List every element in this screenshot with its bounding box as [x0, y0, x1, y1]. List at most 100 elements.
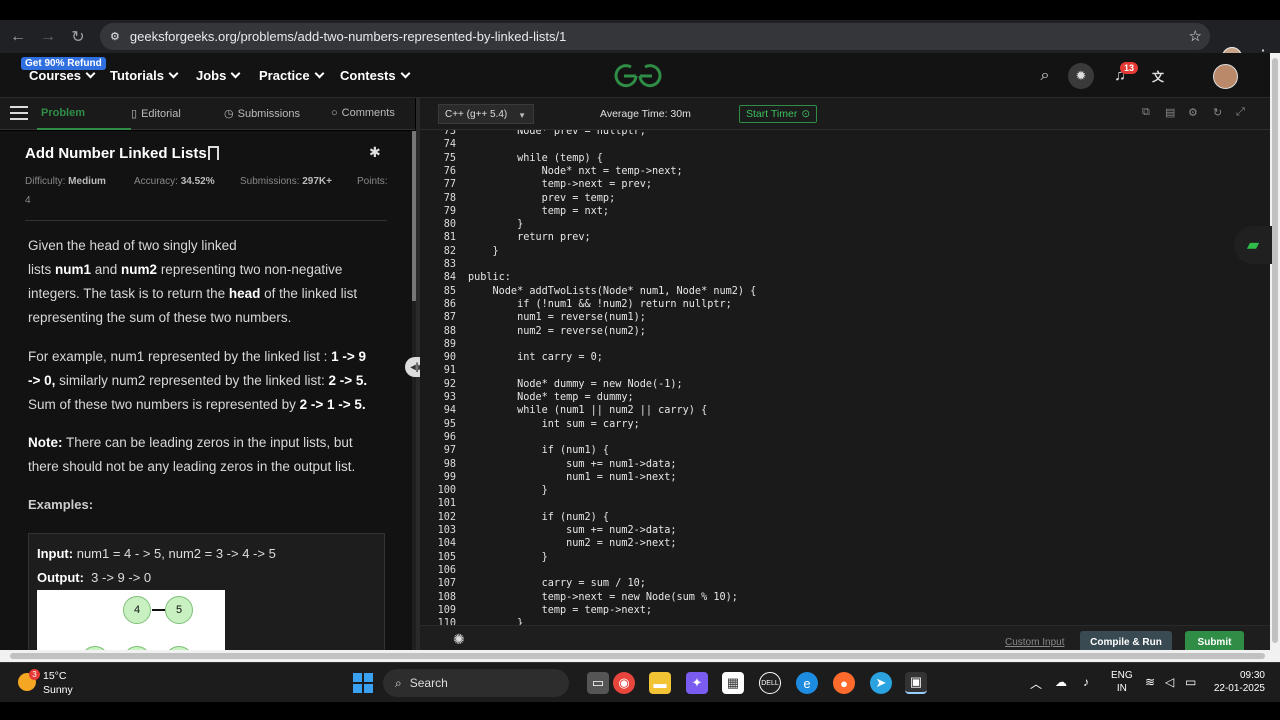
reset-icon[interactable]: ↻ [1213, 106, 1222, 119]
code-line: 106 [420, 564, 456, 577]
custom-input-link[interactable]: Custom Input [1005, 637, 1064, 648]
example-output: Output: 3 -> 9 -> 0 [37, 570, 151, 585]
telegram-icon[interactable]: ➤ [870, 672, 892, 694]
line-number: 104 [437, 538, 456, 550]
gfg-logo[interactable] [612, 62, 664, 90]
start-timer-button[interactable]: Start Timer ⊙ [739, 105, 818, 123]
menu-label: Jobs [196, 68, 227, 83]
value: num1 = 4 - > 5, num2 = 3 -> 4 -> 5 [76, 546, 276, 561]
chat-icon[interactable]: ▰ [1234, 226, 1272, 264]
file-explorer-icon[interactable]: ▬ [649, 672, 671, 694]
code-text: } [468, 551, 548, 563]
copilot-icon[interactable]: ✦ [686, 672, 708, 694]
dropdown-icon: ▼ [518, 111, 526, 120]
weather-temp[interactable]: 15°C [43, 670, 66, 682]
code-text: Node* prev = nullptr; [468, 130, 646, 137]
meta-label: Points: [357, 176, 388, 187]
menu-contests[interactable]: Contests [340, 68, 411, 83]
recorder-icon[interactable]: ▣ [905, 672, 927, 694]
editor-toolbar: C++ (g++ 5.4) ▼ Average Time: 30m Start T… [420, 98, 1270, 130]
microphone-icon[interactable]: ♪ [1083, 675, 1089, 689]
line-number: 78 [443, 192, 456, 204]
scrollbar-thumb[interactable] [10, 653, 1265, 659]
copy-icon[interactable]: ⧉ [1142, 106, 1150, 119]
code-line: 80 } [420, 218, 523, 231]
code-line: 89 [420, 338, 456, 351]
line-number: 89 [443, 338, 456, 350]
arrow [152, 609, 165, 611]
firefox-icon[interactable]: ● [833, 672, 855, 694]
bug-report-icon[interactable]: ✱ [369, 144, 381, 161]
line-number: 101 [437, 498, 456, 510]
cloud-icon[interactable]: ☁ [1055, 675, 1067, 689]
code-line: 76 Node* nxt = temp->next; [420, 165, 683, 178]
tab-comments[interactable]: ○ Comments [331, 107, 395, 119]
dell-icon[interactable]: DELL [759, 672, 781, 694]
horizontal-scrollbar[interactable] [0, 650, 1280, 662]
meta-label: Difficulty: [25, 176, 66, 187]
weather-badge: 3 [29, 669, 40, 680]
menu-practice[interactable]: Practice [259, 68, 325, 83]
code-editor[interactable]: 73 Node* prev = nullptr; 74 75 while (temp… [420, 130, 1270, 625]
fullscreen-icon[interactable]: ⤢ [1236, 106, 1245, 119]
tab-editorial[interactable]: ▯ Editorial [131, 107, 181, 121]
hamburger-menu-icon[interactable] [10, 106, 28, 120]
battery-icon[interactable]: ▭ [1185, 675, 1196, 689]
task-view-icon[interactable]: ▭ [587, 672, 609, 694]
chevron-down-icon [85, 68, 96, 79]
site-info-icon[interactable]: ⚙ [110, 30, 120, 43]
menu-jobs[interactable]: Jobs [196, 68, 241, 83]
back-arrow-icon[interactable]: ← [3, 22, 33, 52]
text: num2 [121, 262, 158, 277]
code-line: 90 int carry = 0; [420, 351, 603, 364]
volume-icon[interactable]: ◁ [1165, 675, 1174, 689]
clock[interactable]: 09:30 22-01-2025 [1205, 669, 1265, 695]
submissions-meta: Submissions: 297K+ [240, 176, 332, 187]
avatar[interactable] [1213, 64, 1238, 89]
divider [25, 220, 387, 221]
code-text: if (!num1 && !num2) return nullptr; [468, 298, 732, 310]
edge-icon[interactable]: e [796, 672, 818, 694]
tab-problem[interactable]: Problem [41, 107, 85, 119]
code-text: while (num1 || num2 || carry) { [468, 405, 708, 417]
bookmark-star-icon[interactable]: ☆ [1189, 27, 1202, 45]
wifi-icon[interactable]: ≋ [1145, 675, 1155, 689]
translate-icon[interactable]: 文 [1145, 63, 1171, 89]
language-indicator[interactable]: ENG IN [1111, 669, 1133, 695]
text: For example, num1 represented by the lin… [28, 349, 332, 364]
menu-courses[interactable]: Courses [29, 68, 96, 83]
line-number: 99 [443, 471, 456, 483]
file-icon[interactable]: ▤ [1165, 106, 1175, 119]
forward-arrow-icon[interactable]: → [33, 22, 63, 52]
text: similarly num2 represented by the linked… [55, 373, 329, 388]
bookmark-icon[interactable] [208, 146, 219, 160]
code-line: 95 int sum = carry; [420, 418, 640, 431]
theme-toggle-icon[interactable]: ✹ [1068, 63, 1094, 89]
problem-panel: Add Number Linked Lists ✱ Difficulty: Me… [0, 131, 412, 651]
lightbulb-icon[interactable]: ✺ [453, 631, 465, 648]
address-bar[interactable]: ⚙ geeksforgeeks.org/problems/add-two-num… [100, 23, 1210, 50]
store-icon[interactable]: ▦ [722, 672, 744, 694]
code-line: 75 while (temp) { [420, 152, 603, 165]
settings-icon[interactable]: ⚙ [1188, 106, 1198, 119]
search-icon[interactable]: ⌕ [1032, 63, 1058, 89]
line-number: 94 [443, 405, 456, 417]
example-box: Input: num1 = 4 - > 5, num2 = 3 -> 4 -> … [28, 533, 385, 651]
language-select[interactable]: C++ (g++ 5.4) ▼ [438, 104, 534, 124]
code-text: temp->next = prev; [468, 179, 653, 191]
weather-condition[interactable]: Sunny [43, 684, 73, 696]
chrome-icon[interactable]: ◉ [613, 672, 635, 694]
page-scrollbar[interactable] [1270, 53, 1280, 650]
code-line: 82 } [420, 245, 499, 258]
code-line: 101 [420, 497, 456, 510]
tab-submissions[interactable]: ◷ Submissions [224, 107, 300, 121]
taskbar-search[interactable]: ⌕ Search [383, 669, 569, 697]
site-header: Get 90% Refund Courses Tutorials Jobs Pr… [0, 53, 1270, 98]
menu-tutorials[interactable]: Tutorials [110, 68, 179, 83]
reload-icon[interactable]: ↻ [63, 22, 93, 52]
scrollbar-thumb[interactable] [1272, 58, 1278, 643]
line-number: 96 [443, 431, 456, 443]
windows-start-icon[interactable] [353, 673, 373, 693]
chevron-up-icon[interactable]: ︿ [1030, 675, 1042, 692]
page-title: Add Number Linked Lists [25, 145, 207, 162]
